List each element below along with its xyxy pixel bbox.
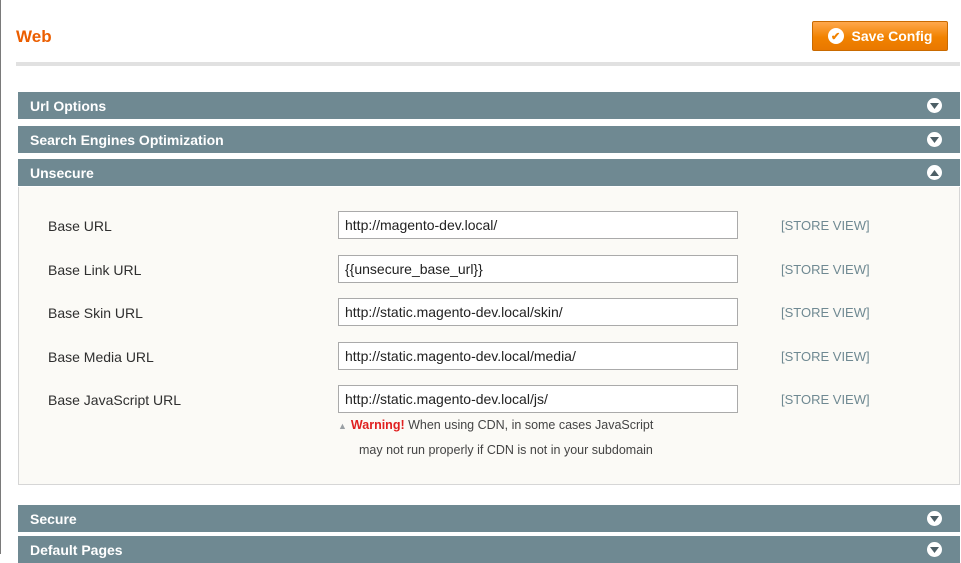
base-javascript-url-label: Base JavaScript URL bbox=[48, 392, 182, 408]
warning-text-1: When using CDN, in some cases JavaScript bbox=[408, 418, 654, 432]
section-header-seo[interactable]: Search Engines Optimization bbox=[18, 126, 960, 153]
save-config-button[interactable]: ✔ Save Config bbox=[812, 21, 948, 51]
base-url-input[interactable] bbox=[338, 211, 738, 239]
warning-label: Warning! bbox=[350, 418, 405, 432]
base-link-url-label: Base Link URL bbox=[48, 262, 142, 278]
window-left-border bbox=[0, 0, 1, 554]
section-header-unsecure[interactable]: Unsecure bbox=[18, 159, 960, 186]
save-config-label: Save Config bbox=[851, 28, 933, 44]
base-media-url-label: Base Media URL bbox=[48, 349, 154, 365]
chevron-up-icon[interactable] bbox=[927, 165, 942, 180]
section-title: Default Pages bbox=[30, 541, 123, 558]
section-header-secure[interactable]: Secure bbox=[18, 505, 960, 532]
title-divider bbox=[16, 62, 960, 66]
warning-line-1: ▲ Warning! When using CDN, in some cases … bbox=[338, 413, 758, 438]
scope-label: [STORE VIEW] bbox=[781, 305, 870, 320]
section-title: Unsecure bbox=[30, 164, 94, 181]
cdn-warning-note: ▲ Warning! When using CDN, in some cases … bbox=[338, 413, 758, 462]
check-icon: ✔ bbox=[827, 28, 844, 44]
section-header-default-pages[interactable]: Default Pages bbox=[18, 536, 960, 563]
base-javascript-url-input[interactable] bbox=[338, 385, 738, 413]
scope-label: [STORE VIEW] bbox=[781, 218, 870, 233]
page-title: Web bbox=[16, 27, 52, 46]
scope-label: [STORE VIEW] bbox=[781, 349, 870, 364]
warning-triangle-icon: ▲ bbox=[338, 421, 347, 431]
chevron-down-icon[interactable] bbox=[927, 132, 942, 147]
section-title: Search Engines Optimization bbox=[30, 131, 224, 148]
base-url-label: Base URL bbox=[48, 218, 112, 234]
chevron-down-icon[interactable] bbox=[927, 98, 942, 113]
base-skin-url-input[interactable] bbox=[338, 298, 738, 326]
section-title: Url Options bbox=[30, 97, 107, 114]
scope-label: [STORE VIEW] bbox=[781, 262, 870, 277]
warning-text-2: may not run properly if CDN is not in yo… bbox=[359, 443, 653, 457]
base-link-url-input[interactable] bbox=[338, 255, 738, 283]
base-media-url-input[interactable] bbox=[338, 342, 738, 370]
chevron-down-icon[interactable] bbox=[927, 511, 942, 526]
section-title: Secure bbox=[30, 510, 77, 527]
scope-label: [STORE VIEW] bbox=[781, 392, 870, 407]
base-skin-url-label: Base Skin URL bbox=[48, 305, 143, 321]
section-header-url-options[interactable]: Url Options bbox=[18, 92, 960, 119]
chevron-down-icon[interactable] bbox=[927, 542, 942, 557]
